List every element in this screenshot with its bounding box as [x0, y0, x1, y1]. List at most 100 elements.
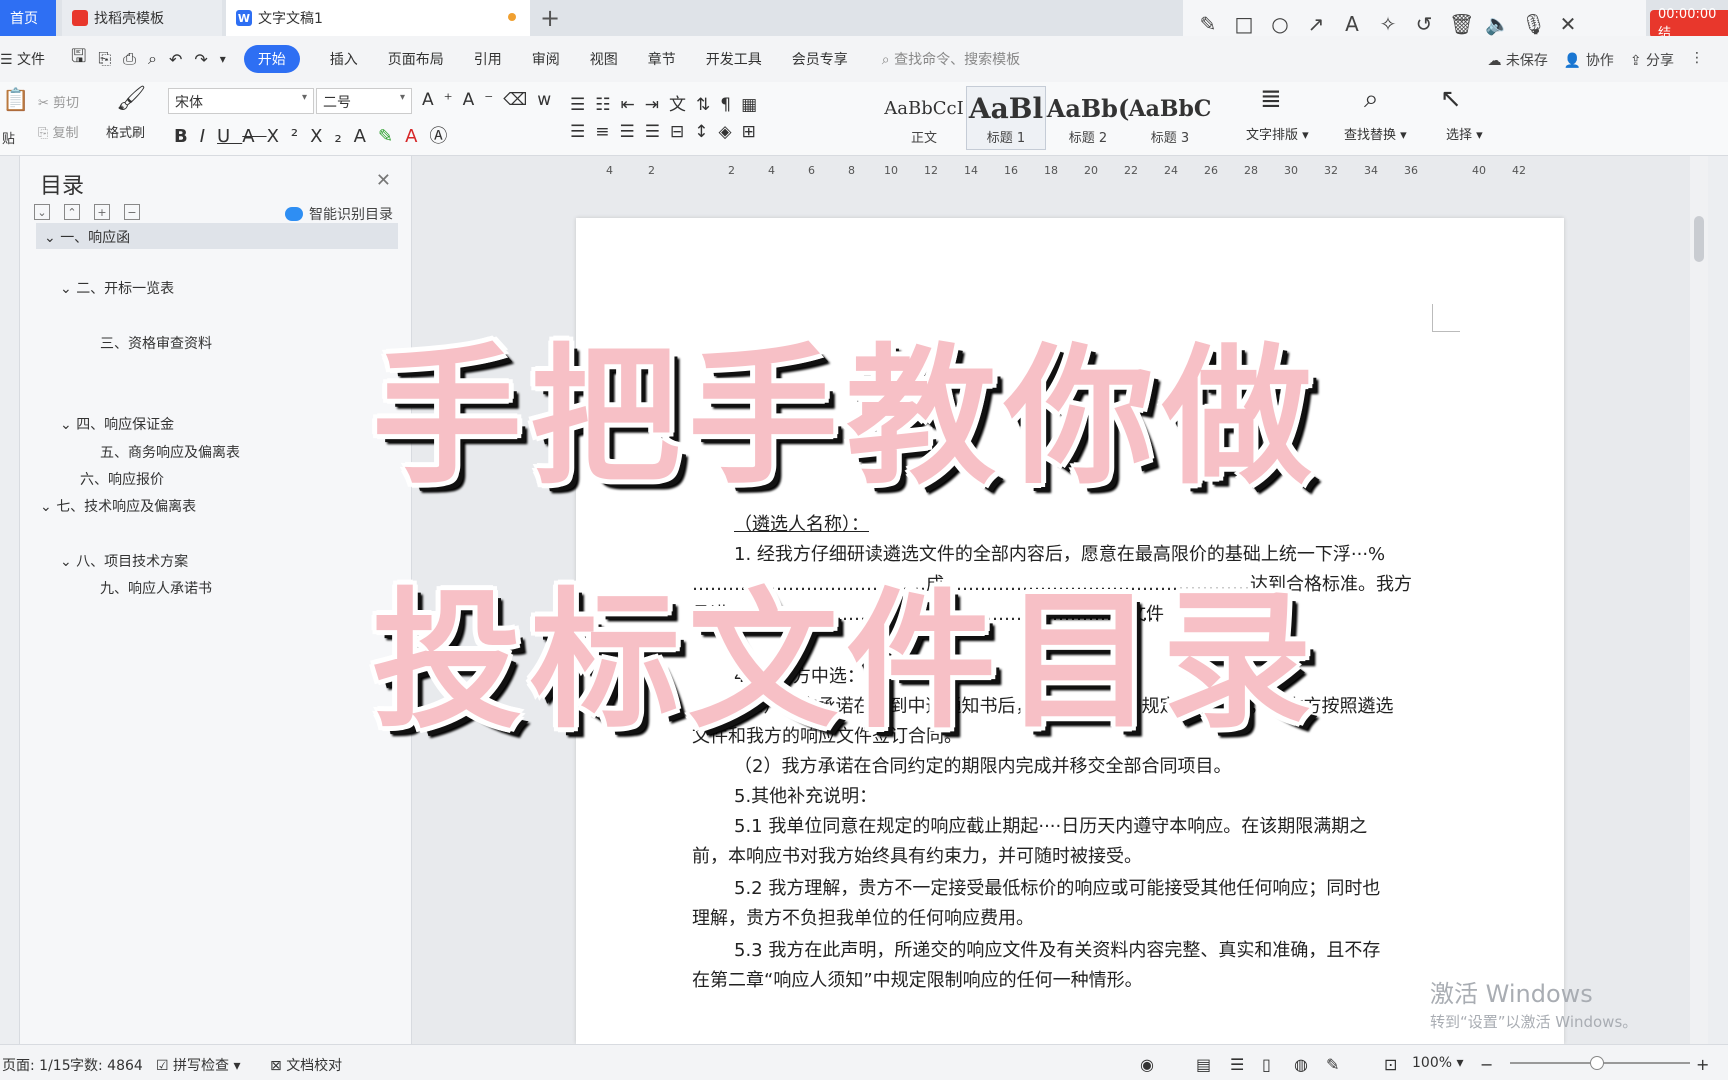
close-icon[interactable]: ✕ — [376, 170, 391, 191]
table-border-icon[interactable]: ▦ — [741, 95, 767, 115]
menu-developer[interactable]: 开发工具 — [706, 49, 762, 69]
menu-file[interactable]: ☰ 文件 — [0, 49, 45, 69]
tab-home[interactable]: 首页 — [0, 0, 56, 36]
smart-toc-button[interactable]: 智能识别目录 — [285, 204, 393, 224]
show-marks-icon[interactable]: ¶ — [720, 95, 741, 115]
page-indicator[interactable]: 页面: 1/15 — [2, 1055, 71, 1075]
find-replace-button[interactable]: 查找替换 ▾ — [1344, 124, 1407, 143]
undo-annotation-icon[interactable]: ↺ — [1413, 12, 1435, 36]
vertical-scrollbar[interactable] — [1690, 156, 1708, 1044]
toc-item[interactable]: ⌄ 四、响应保证金 — [60, 414, 174, 434]
close-icon[interactable]: ✕ — [1557, 12, 1579, 36]
speaker-icon[interactable]: 🔈 — [1485, 12, 1510, 36]
scrollbar-thumb[interactable] — [1694, 216, 1704, 262]
toc-item[interactable]: 三、资格审查资料 — [100, 333, 212, 353]
sort-icon[interactable]: ⇅ — [696, 95, 720, 115]
style-heading3[interactable]: AaBbC 标题 3 — [1129, 86, 1212, 150]
tab-templates[interactable]: 找稻壳模板 — [62, 0, 222, 36]
zoom-slider[interactable] — [1510, 1056, 1690, 1070]
style-heading1[interactable]: AaBl 标题 1 — [966, 86, 1046, 150]
toc-item[interactable]: ⌄ 七、技术响应及偏离表 — [40, 496, 196, 516]
more-icon[interactable]: ⋮ — [1690, 50, 1704, 70]
justify-icon[interactable]: ☰ — [645, 122, 670, 142]
shading-icon[interactable]: ◈ — [719, 122, 742, 142]
toc-item[interactable]: 九、响应人承诺书 — [100, 578, 212, 598]
grow-font-icon[interactable]: A⁺ — [422, 90, 463, 110]
export-icon[interactable]: ⎘ — [98, 49, 111, 69]
borders-icon[interactable]: ⊞ — [742, 122, 766, 142]
menu-member[interactable]: 会员专享 — [792, 49, 848, 69]
copy-button[interactable]: ⎘ 复制 — [38, 122, 79, 141]
web-view-icon[interactable]: ◍ — [1294, 1055, 1308, 1074]
bold-icon[interactable]: B — [174, 126, 200, 147]
new-tab-button[interactable]: + — [540, 4, 560, 32]
zoom-level[interactable]: 100% ▾ — [1412, 1055, 1464, 1071]
align-right-icon[interactable]: ☰ — [620, 122, 645, 142]
toc-item[interactable]: ⌄ 八、项目技术方案 — [60, 551, 188, 571]
paste-button[interactable]: 贴 — [2, 128, 15, 147]
command-search[interactable]: ⌕ 查找命令、搜索模板 — [882, 49, 1020, 69]
subscript-icon[interactable]: X₂ — [310, 126, 354, 147]
line-spacing-icon[interactable]: ↕ — [694, 122, 718, 142]
write-mode-icon[interactable]: ✎ — [1326, 1055, 1339, 1074]
zoom-out-icon[interactable]: − — [1480, 1055, 1493, 1074]
eye-protection-icon[interactable]: ◉ — [1140, 1055, 1154, 1074]
style-heading2[interactable]: AaBb( 标题 2 — [1047, 86, 1130, 150]
indent-icon[interactable]: ⇥ — [645, 95, 669, 115]
menu-insert[interactable]: 插入 — [330, 49, 358, 69]
chinese-layout-icon[interactable]: 文 — [669, 95, 696, 115]
text-tool-icon[interactable]: A — [1341, 12, 1363, 36]
menu-references[interactable]: 引用 — [474, 49, 502, 69]
font-size-select[interactable]: 二号 ▾ — [316, 88, 412, 114]
text-layout-button[interactable]: 文字排版 ▾ — [1246, 124, 1309, 143]
redo-icon[interactable]: ↷ — [194, 50, 207, 69]
cut-button[interactable]: ✂ 剪切 — [38, 92, 79, 111]
quick-access-dropdown-icon[interactable]: ▾ — [220, 52, 226, 66]
font-family-select[interactable]: 宋体 ▾ — [168, 88, 314, 114]
horizontal-ruler[interactable]: 4 2 2 4 6 8 10 12 14 16 18 20 22 24 26 2… — [592, 160, 1552, 184]
zoom-in-icon[interactable]: + — [1696, 1055, 1709, 1074]
numbered-list-icon[interactable]: ☷ — [595, 95, 620, 115]
toc-item[interactable]: ⌄ 二、开标一览表 — [60, 278, 174, 298]
toc-item[interactable]: ⌄ 一、响应函 — [36, 223, 398, 249]
pen-icon[interactable]: ✎ — [1197, 12, 1219, 36]
menu-page-layout[interactable]: 页面布局 — [388, 49, 444, 69]
text-layout-icon[interactable]: ≣ — [1260, 84, 1282, 114]
rectangle-icon[interactable]: □ — [1233, 12, 1255, 36]
distributed-icon[interactable]: ⊟ — [670, 122, 694, 142]
italic-icon[interactable]: I — [200, 126, 217, 147]
add-heading-icon[interactable]: + — [94, 204, 110, 220]
font-color-icon[interactable]: A — [405, 126, 429, 147]
menu-view[interactable]: 视图 — [590, 49, 618, 69]
unsaved-button[interactable]: ☁ 未保存 — [1487, 50, 1547, 70]
circle-icon[interactable]: ○ — [1269, 12, 1291, 36]
menu-review[interactable]: 审阅 — [532, 49, 560, 69]
print-preview-icon[interactable]: ⌕ — [148, 49, 157, 69]
font-size-tools[interactable]: A⁺A⁻⌫w — [422, 90, 561, 110]
highlight-color-icon[interactable]: ✎ — [378, 126, 405, 147]
zoom-slider-handle[interactable] — [1590, 1056, 1604, 1070]
spell-check-button[interactable]: ☑ 拼写检查 ▾ — [156, 1055, 241, 1075]
align-center-icon[interactable]: ≡ — [595, 122, 619, 142]
outline-view-icon[interactable]: ☰ — [1230, 1055, 1244, 1074]
phonetic-icon[interactable]: w — [537, 90, 561, 110]
outdent-icon[interactable]: ⇤ — [621, 95, 645, 115]
word-count[interactable]: 字数: 4864 — [70, 1055, 143, 1075]
save-icon[interactable]: 🖫 — [71, 44, 86, 74]
shrink-font-icon[interactable]: A⁻ — [463, 90, 504, 110]
toc-item[interactable]: 六、响应报价 — [80, 469, 164, 489]
format-painter-button[interactable]: 格式刷 — [106, 122, 145, 141]
undo-icon[interactable]: ↶ — [169, 50, 182, 69]
toc-item[interactable]: 五、商务响应及偏离表 — [100, 442, 240, 462]
trash-icon[interactable]: 🗑 — [1449, 12, 1474, 36]
fit-page-icon[interactable]: ⊡ — [1384, 1055, 1397, 1074]
tab-document[interactable]: W 文字文稿1 — [226, 0, 530, 36]
char-border-icon[interactable]: Ⓐ — [429, 126, 459, 147]
clear-format-icon[interactable]: ⌫ — [503, 90, 537, 110]
align-left-icon[interactable]: ☰ — [570, 122, 595, 142]
menu-chapter[interactable]: 章节 — [648, 49, 676, 69]
text-effect-icon[interactable]: A — [354, 126, 378, 147]
microphone-icon[interactable]: 🎙 — [1521, 12, 1546, 36]
underline-icon[interactable]: U — [217, 126, 242, 147]
arrow-icon[interactable]: ↗ — [1305, 12, 1327, 36]
